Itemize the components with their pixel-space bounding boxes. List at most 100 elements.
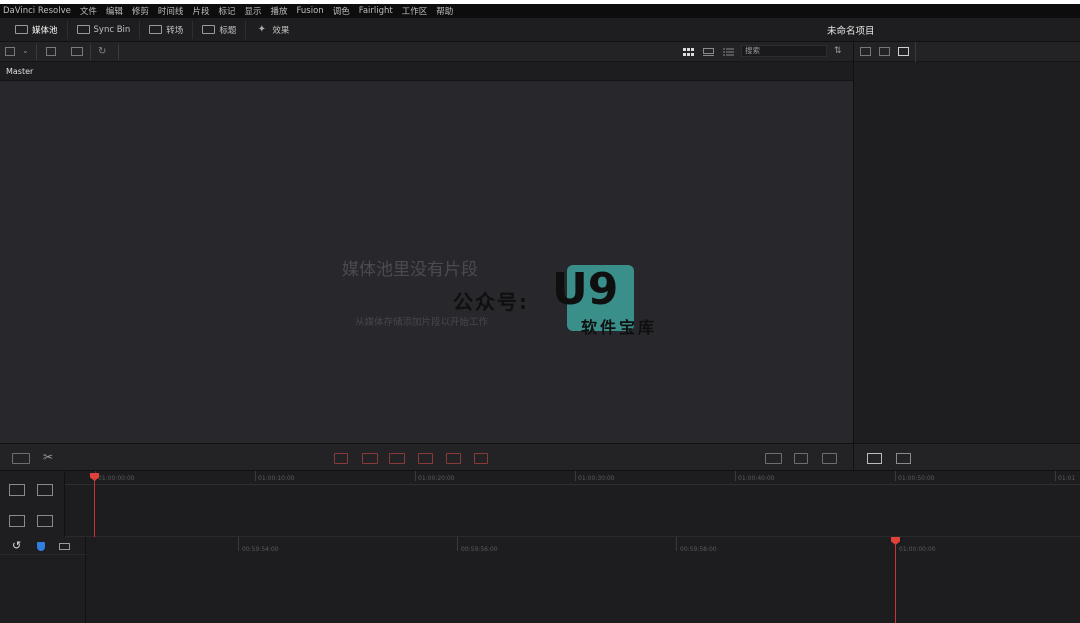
sort-icon[interactable]: ⇅ (834, 46, 842, 56)
bin-header: Master (0, 62, 853, 81)
filmstrip-view-icon[interactable] (703, 48, 714, 56)
tick-label: 01:00:20:00 (418, 475, 455, 482)
display-options-icon[interactable] (822, 453, 837, 464)
search-input[interactable]: 搜索 (741, 45, 827, 57)
upper-timecode-ruler[interactable]: 01:00:00:00 01:00:10:00 01:00:20:00 01:0… (65, 471, 1080, 485)
effects-button[interactable]: ✦ 效果 (246, 21, 298, 39)
divider (118, 44, 119, 60)
menu-timeline[interactable]: 时间线 (158, 5, 184, 17)
metadata-panel (853, 62, 1080, 443)
image-icon[interactable] (860, 47, 871, 56)
grid-view-icon[interactable] (683, 48, 694, 56)
list-view-icon[interactable] (723, 48, 734, 56)
append-icon[interactable] (362, 453, 378, 464)
menu-color[interactable]: 调色 (333, 5, 350, 17)
new-bin-icon[interactable] (46, 47, 56, 56)
effects-label: 效果 (272, 25, 290, 36)
lower-playhead-line (895, 543, 896, 623)
menu-file[interactable]: 文件 (80, 5, 97, 17)
scissors-icon[interactable]: ✂ (43, 450, 53, 464)
sliders-icon[interactable] (896, 453, 911, 464)
lower-timeline[interactable]: 00:59:54:00 00:59:56:00 00:59:58:00 01:0… (86, 537, 1080, 623)
snapping-icon[interactable]: ↺ (12, 539, 21, 552)
edit-toolbar: ✂ (0, 443, 853, 471)
media-pool-subbar: ⌄ ↻ (0, 42, 853, 62)
upper-timeline-track-header (0, 471, 65, 537)
watermark-logo-text: U9 (552, 264, 619, 315)
menu-help[interactable]: 帮助 (436, 5, 453, 17)
tick-label: 00:59:54:00 (242, 546, 279, 553)
titles-label: 标题 (219, 25, 237, 36)
menu-bar: DaVinci Resolve 文件 编辑 修剪 时间线 片段 标记 显示 播放… (0, 4, 1080, 18)
tick-label: 01:00:30:00 (578, 475, 615, 482)
sync-bin-icon (76, 25, 90, 34)
track-view-icon[interactable] (59, 543, 70, 550)
transitions-label: 转场 (166, 25, 184, 36)
empty-state-title: 媒体池里没有片段 (342, 260, 478, 280)
tick-label: 01:00:40:00 (738, 475, 775, 482)
menu-mark[interactable]: 标记 (218, 5, 235, 17)
menu-workspace[interactable]: 工作区 (402, 5, 428, 17)
tick-mark (895, 471, 896, 481)
chevron-down-icon[interactable]: ⌄ (22, 46, 29, 55)
tick-mark (1055, 471, 1056, 481)
watermark-prefix: 公众号: (453, 290, 529, 314)
menu-app[interactable]: DaVinci Resolve (3, 6, 71, 16)
place-on-top-icon[interactable] (446, 453, 461, 464)
title-track-icon[interactable] (9, 484, 25, 496)
tick-mark (415, 471, 416, 481)
lower-tools-row: ↺ (0, 537, 86, 555)
menu-clip[interactable]: 片段 (192, 5, 209, 17)
viewer-icon[interactable] (794, 453, 808, 464)
divider (36, 44, 37, 60)
sync-bin-button[interactable]: Sync Bin (68, 20, 141, 39)
zoom-out-icon[interactable] (37, 515, 53, 527)
play-icon[interactable] (867, 453, 882, 464)
source-overwrite-icon[interactable] (474, 453, 488, 464)
titles-icon (202, 25, 216, 34)
menu-view[interactable]: 显示 (244, 5, 261, 17)
empty-state-subtitle: 从媒体存储添加片段以开始工作 (355, 317, 489, 328)
media-pool-button[interactable]: 媒体池 (6, 20, 68, 39)
titles-button[interactable]: 标题 (193, 20, 247, 39)
audio-meter-icon[interactable] (765, 453, 782, 464)
edit-toolbar-right (853, 443, 1080, 471)
menu-edit[interactable]: 编辑 (106, 5, 123, 17)
tick-label: 01:00:50:00 (898, 475, 935, 482)
bin-master-label[interactable]: Master (6, 67, 33, 76)
metadata-icon[interactable] (898, 47, 909, 56)
media-pool-label: 媒体池 (32, 25, 58, 36)
sync-bin-label: Sync Bin (93, 24, 131, 35)
metadata-toolbar (853, 42, 1080, 62)
tick-label: 00:59:58:00 (680, 546, 717, 553)
transitions-button[interactable]: 转场 (140, 20, 194, 39)
timeline-view-options-icon[interactable] (12, 453, 30, 464)
tick-label: 01:00:00:00 (899, 546, 936, 553)
menu-fairlight[interactable]: Fairlight (359, 6, 393, 16)
tick-mark (457, 537, 458, 551)
tick-label: 01:00:10:00 (258, 475, 295, 482)
lower-timecode-ruler[interactable]: 00:59:54:00 00:59:56:00 00:59:58:00 01:0… (86, 537, 1080, 557)
video-icon[interactable] (879, 47, 890, 56)
close-up-icon[interactable] (418, 453, 433, 464)
ripple-overwrite-icon[interactable] (389, 453, 405, 464)
smart-insert-icon[interactable] (334, 453, 348, 464)
menu-trim[interactable]: 修剪 (132, 5, 149, 17)
menu-playback[interactable]: 播放 (270, 5, 287, 17)
magic-wand-icon: ✦ (257, 24, 267, 35)
menu-fusion[interactable]: Fusion (297, 6, 324, 16)
lower-timeline-track-header: ↺ (0, 537, 86, 623)
smart-bin-icon[interactable] (71, 47, 83, 56)
zoom-in-icon[interactable] (9, 515, 25, 527)
tick-mark (238, 537, 239, 551)
transitions-icon (149, 25, 163, 34)
sidebar-toggle-icon[interactable] (5, 47, 15, 56)
refresh-icon[interactable]: ↻ (98, 46, 106, 57)
tick-mark (676, 537, 677, 551)
media-pool-icon (15, 25, 28, 34)
divider (915, 42, 916, 62)
upper-timeline[interactable]: 01:00:00:00 01:00:10:00 01:00:20:00 01:0… (65, 471, 1080, 537)
flag-marker-icon[interactable] (37, 542, 45, 551)
trim-icon[interactable] (37, 484, 53, 496)
upper-playhead-line (94, 478, 95, 537)
